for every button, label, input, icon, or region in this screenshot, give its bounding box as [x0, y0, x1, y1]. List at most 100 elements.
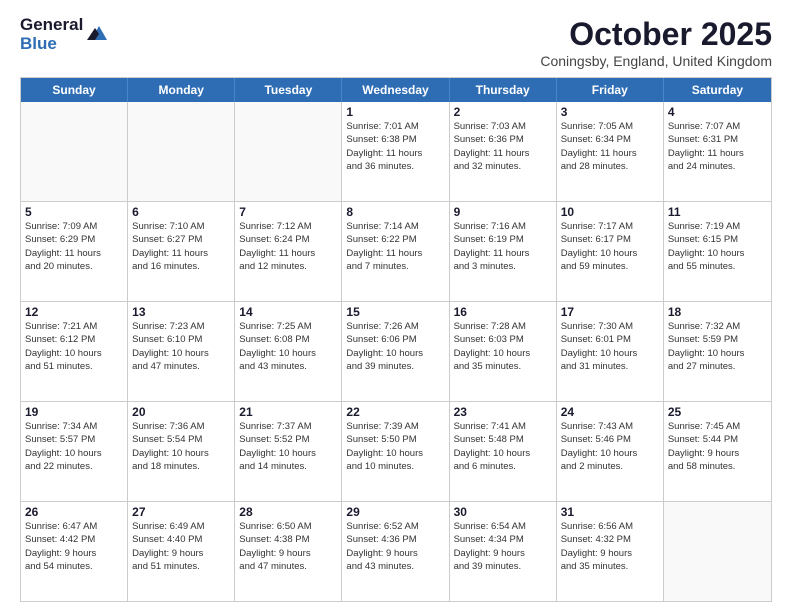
- day-number: 1: [346, 105, 444, 119]
- day-cell: 2Sunrise: 7:03 AM Sunset: 6:36 PM Daylig…: [450, 102, 557, 201]
- day-cell: 4Sunrise: 7:07 AM Sunset: 6:31 PM Daylig…: [664, 102, 771, 201]
- day-cell: 18Sunrise: 7:32 AM Sunset: 5:59 PM Dayli…: [664, 302, 771, 401]
- day-number: 24: [561, 405, 659, 419]
- day-info: Sunrise: 7:03 AM Sunset: 6:36 PM Dayligh…: [454, 120, 552, 173]
- calendar: SundayMondayTuesdayWednesdayThursdayFrid…: [20, 77, 772, 602]
- day-number: 27: [132, 505, 230, 519]
- week-row-4: 19Sunrise: 7:34 AM Sunset: 5:57 PM Dayli…: [21, 401, 771, 501]
- day-header-wednesday: Wednesday: [342, 78, 449, 102]
- day-number: 10: [561, 205, 659, 219]
- day-number: 20: [132, 405, 230, 419]
- logo: General Blue: [20, 16, 109, 53]
- day-info: Sunrise: 6:52 AM Sunset: 4:36 PM Dayligh…: [346, 520, 444, 573]
- day-number: 23: [454, 405, 552, 419]
- day-info: Sunrise: 6:47 AM Sunset: 4:42 PM Dayligh…: [25, 520, 123, 573]
- week-row-5: 26Sunrise: 6:47 AM Sunset: 4:42 PM Dayli…: [21, 501, 771, 601]
- day-number: 4: [668, 105, 767, 119]
- day-cell: 12Sunrise: 7:21 AM Sunset: 6:12 PM Dayli…: [21, 302, 128, 401]
- day-info: Sunrise: 7:09 AM Sunset: 6:29 PM Dayligh…: [25, 220, 123, 273]
- day-info: Sunrise: 7:10 AM Sunset: 6:27 PM Dayligh…: [132, 220, 230, 273]
- day-number: 30: [454, 505, 552, 519]
- day-number: 9: [454, 205, 552, 219]
- location: Coningsby, England, United Kingdom: [540, 53, 772, 69]
- day-number: 5: [25, 205, 123, 219]
- day-cell: 17Sunrise: 7:30 AM Sunset: 6:01 PM Dayli…: [557, 302, 664, 401]
- day-info: Sunrise: 7:21 AM Sunset: 6:12 PM Dayligh…: [25, 320, 123, 373]
- day-number: 13: [132, 305, 230, 319]
- day-number: 6: [132, 205, 230, 219]
- day-info: Sunrise: 7:01 AM Sunset: 6:38 PM Dayligh…: [346, 120, 444, 173]
- day-info: Sunrise: 6:54 AM Sunset: 4:34 PM Dayligh…: [454, 520, 552, 573]
- day-number: 28: [239, 505, 337, 519]
- day-cell: 24Sunrise: 7:43 AM Sunset: 5:46 PM Dayli…: [557, 402, 664, 501]
- day-info: Sunrise: 7:37 AM Sunset: 5:52 PM Dayligh…: [239, 420, 337, 473]
- day-cell: 11Sunrise: 7:19 AM Sunset: 6:15 PM Dayli…: [664, 202, 771, 301]
- day-cell: 1Sunrise: 7:01 AM Sunset: 6:38 PM Daylig…: [342, 102, 449, 201]
- title-section: October 2025 Coningsby, England, United …: [540, 16, 772, 69]
- day-header-saturday: Saturday: [664, 78, 771, 102]
- day-cell: 7Sunrise: 7:12 AM Sunset: 6:24 PM Daylig…: [235, 202, 342, 301]
- week-row-1: 1Sunrise: 7:01 AM Sunset: 6:38 PM Daylig…: [21, 102, 771, 201]
- logo-icon: [87, 22, 109, 44]
- day-info: Sunrise: 7:12 AM Sunset: 6:24 PM Dayligh…: [239, 220, 337, 273]
- day-cell: 6Sunrise: 7:10 AM Sunset: 6:27 PM Daylig…: [128, 202, 235, 301]
- day-number: 17: [561, 305, 659, 319]
- day-header-tuesday: Tuesday: [235, 78, 342, 102]
- day-cell: 9Sunrise: 7:16 AM Sunset: 6:19 PM Daylig…: [450, 202, 557, 301]
- day-number: 12: [25, 305, 123, 319]
- day-cell: 25Sunrise: 7:45 AM Sunset: 5:44 PM Dayli…: [664, 402, 771, 501]
- day-number: 3: [561, 105, 659, 119]
- day-info: Sunrise: 7:39 AM Sunset: 5:50 PM Dayligh…: [346, 420, 444, 473]
- day-header-sunday: Sunday: [21, 78, 128, 102]
- day-number: 14: [239, 305, 337, 319]
- day-cell: [128, 102, 235, 201]
- day-cell: 27Sunrise: 6:49 AM Sunset: 4:40 PM Dayli…: [128, 502, 235, 601]
- day-cell: 30Sunrise: 6:54 AM Sunset: 4:34 PM Dayli…: [450, 502, 557, 601]
- day-cell: 22Sunrise: 7:39 AM Sunset: 5:50 PM Dayli…: [342, 402, 449, 501]
- day-number: 8: [346, 205, 444, 219]
- day-info: Sunrise: 7:41 AM Sunset: 5:48 PM Dayligh…: [454, 420, 552, 473]
- day-number: 25: [668, 405, 767, 419]
- header: General Blue October 2025 Coningsby, Eng…: [20, 16, 772, 69]
- day-number: 19: [25, 405, 123, 419]
- day-cell: 13Sunrise: 7:23 AM Sunset: 6:10 PM Dayli…: [128, 302, 235, 401]
- day-number: 15: [346, 305, 444, 319]
- day-info: Sunrise: 7:45 AM Sunset: 5:44 PM Dayligh…: [668, 420, 767, 473]
- day-info: Sunrise: 6:56 AM Sunset: 4:32 PM Dayligh…: [561, 520, 659, 573]
- day-cell: 15Sunrise: 7:26 AM Sunset: 6:06 PM Dayli…: [342, 302, 449, 401]
- day-cell: 10Sunrise: 7:17 AM Sunset: 6:17 PM Dayli…: [557, 202, 664, 301]
- day-cell: 26Sunrise: 6:47 AM Sunset: 4:42 PM Dayli…: [21, 502, 128, 601]
- day-cell: 16Sunrise: 7:28 AM Sunset: 6:03 PM Dayli…: [450, 302, 557, 401]
- month-title: October 2025: [540, 16, 772, 53]
- day-number: 7: [239, 205, 337, 219]
- day-info: Sunrise: 7:32 AM Sunset: 5:59 PM Dayligh…: [668, 320, 767, 373]
- day-number: 18: [668, 305, 767, 319]
- day-cell: 5Sunrise: 7:09 AM Sunset: 6:29 PM Daylig…: [21, 202, 128, 301]
- day-info: Sunrise: 7:30 AM Sunset: 6:01 PM Dayligh…: [561, 320, 659, 373]
- day-cell: [664, 502, 771, 601]
- day-info: Sunrise: 7:28 AM Sunset: 6:03 PM Dayligh…: [454, 320, 552, 373]
- day-number: 16: [454, 305, 552, 319]
- logo-blue: Blue: [20, 35, 83, 54]
- day-info: Sunrise: 7:23 AM Sunset: 6:10 PM Dayligh…: [132, 320, 230, 373]
- day-info: Sunrise: 7:17 AM Sunset: 6:17 PM Dayligh…: [561, 220, 659, 273]
- day-cell: 31Sunrise: 6:56 AM Sunset: 4:32 PM Dayli…: [557, 502, 664, 601]
- day-headers: SundayMondayTuesdayWednesdayThursdayFrid…: [21, 78, 771, 102]
- day-number: 26: [25, 505, 123, 519]
- day-cell: 21Sunrise: 7:37 AM Sunset: 5:52 PM Dayli…: [235, 402, 342, 501]
- day-info: Sunrise: 6:50 AM Sunset: 4:38 PM Dayligh…: [239, 520, 337, 573]
- logo-general: General: [20, 16, 83, 35]
- day-header-thursday: Thursday: [450, 78, 557, 102]
- day-cell: 14Sunrise: 7:25 AM Sunset: 6:08 PM Dayli…: [235, 302, 342, 401]
- day-number: 2: [454, 105, 552, 119]
- day-cell: 23Sunrise: 7:41 AM Sunset: 5:48 PM Dayli…: [450, 402, 557, 501]
- day-info: Sunrise: 7:36 AM Sunset: 5:54 PM Dayligh…: [132, 420, 230, 473]
- day-number: 22: [346, 405, 444, 419]
- week-row-3: 12Sunrise: 7:21 AM Sunset: 6:12 PM Dayli…: [21, 301, 771, 401]
- day-info: Sunrise: 7:14 AM Sunset: 6:22 PM Dayligh…: [346, 220, 444, 273]
- day-cell: 3Sunrise: 7:05 AM Sunset: 6:34 PM Daylig…: [557, 102, 664, 201]
- day-header-monday: Monday: [128, 78, 235, 102]
- weeks: 1Sunrise: 7:01 AM Sunset: 6:38 PM Daylig…: [21, 102, 771, 601]
- day-number: 29: [346, 505, 444, 519]
- day-info: Sunrise: 7:19 AM Sunset: 6:15 PM Dayligh…: [668, 220, 767, 273]
